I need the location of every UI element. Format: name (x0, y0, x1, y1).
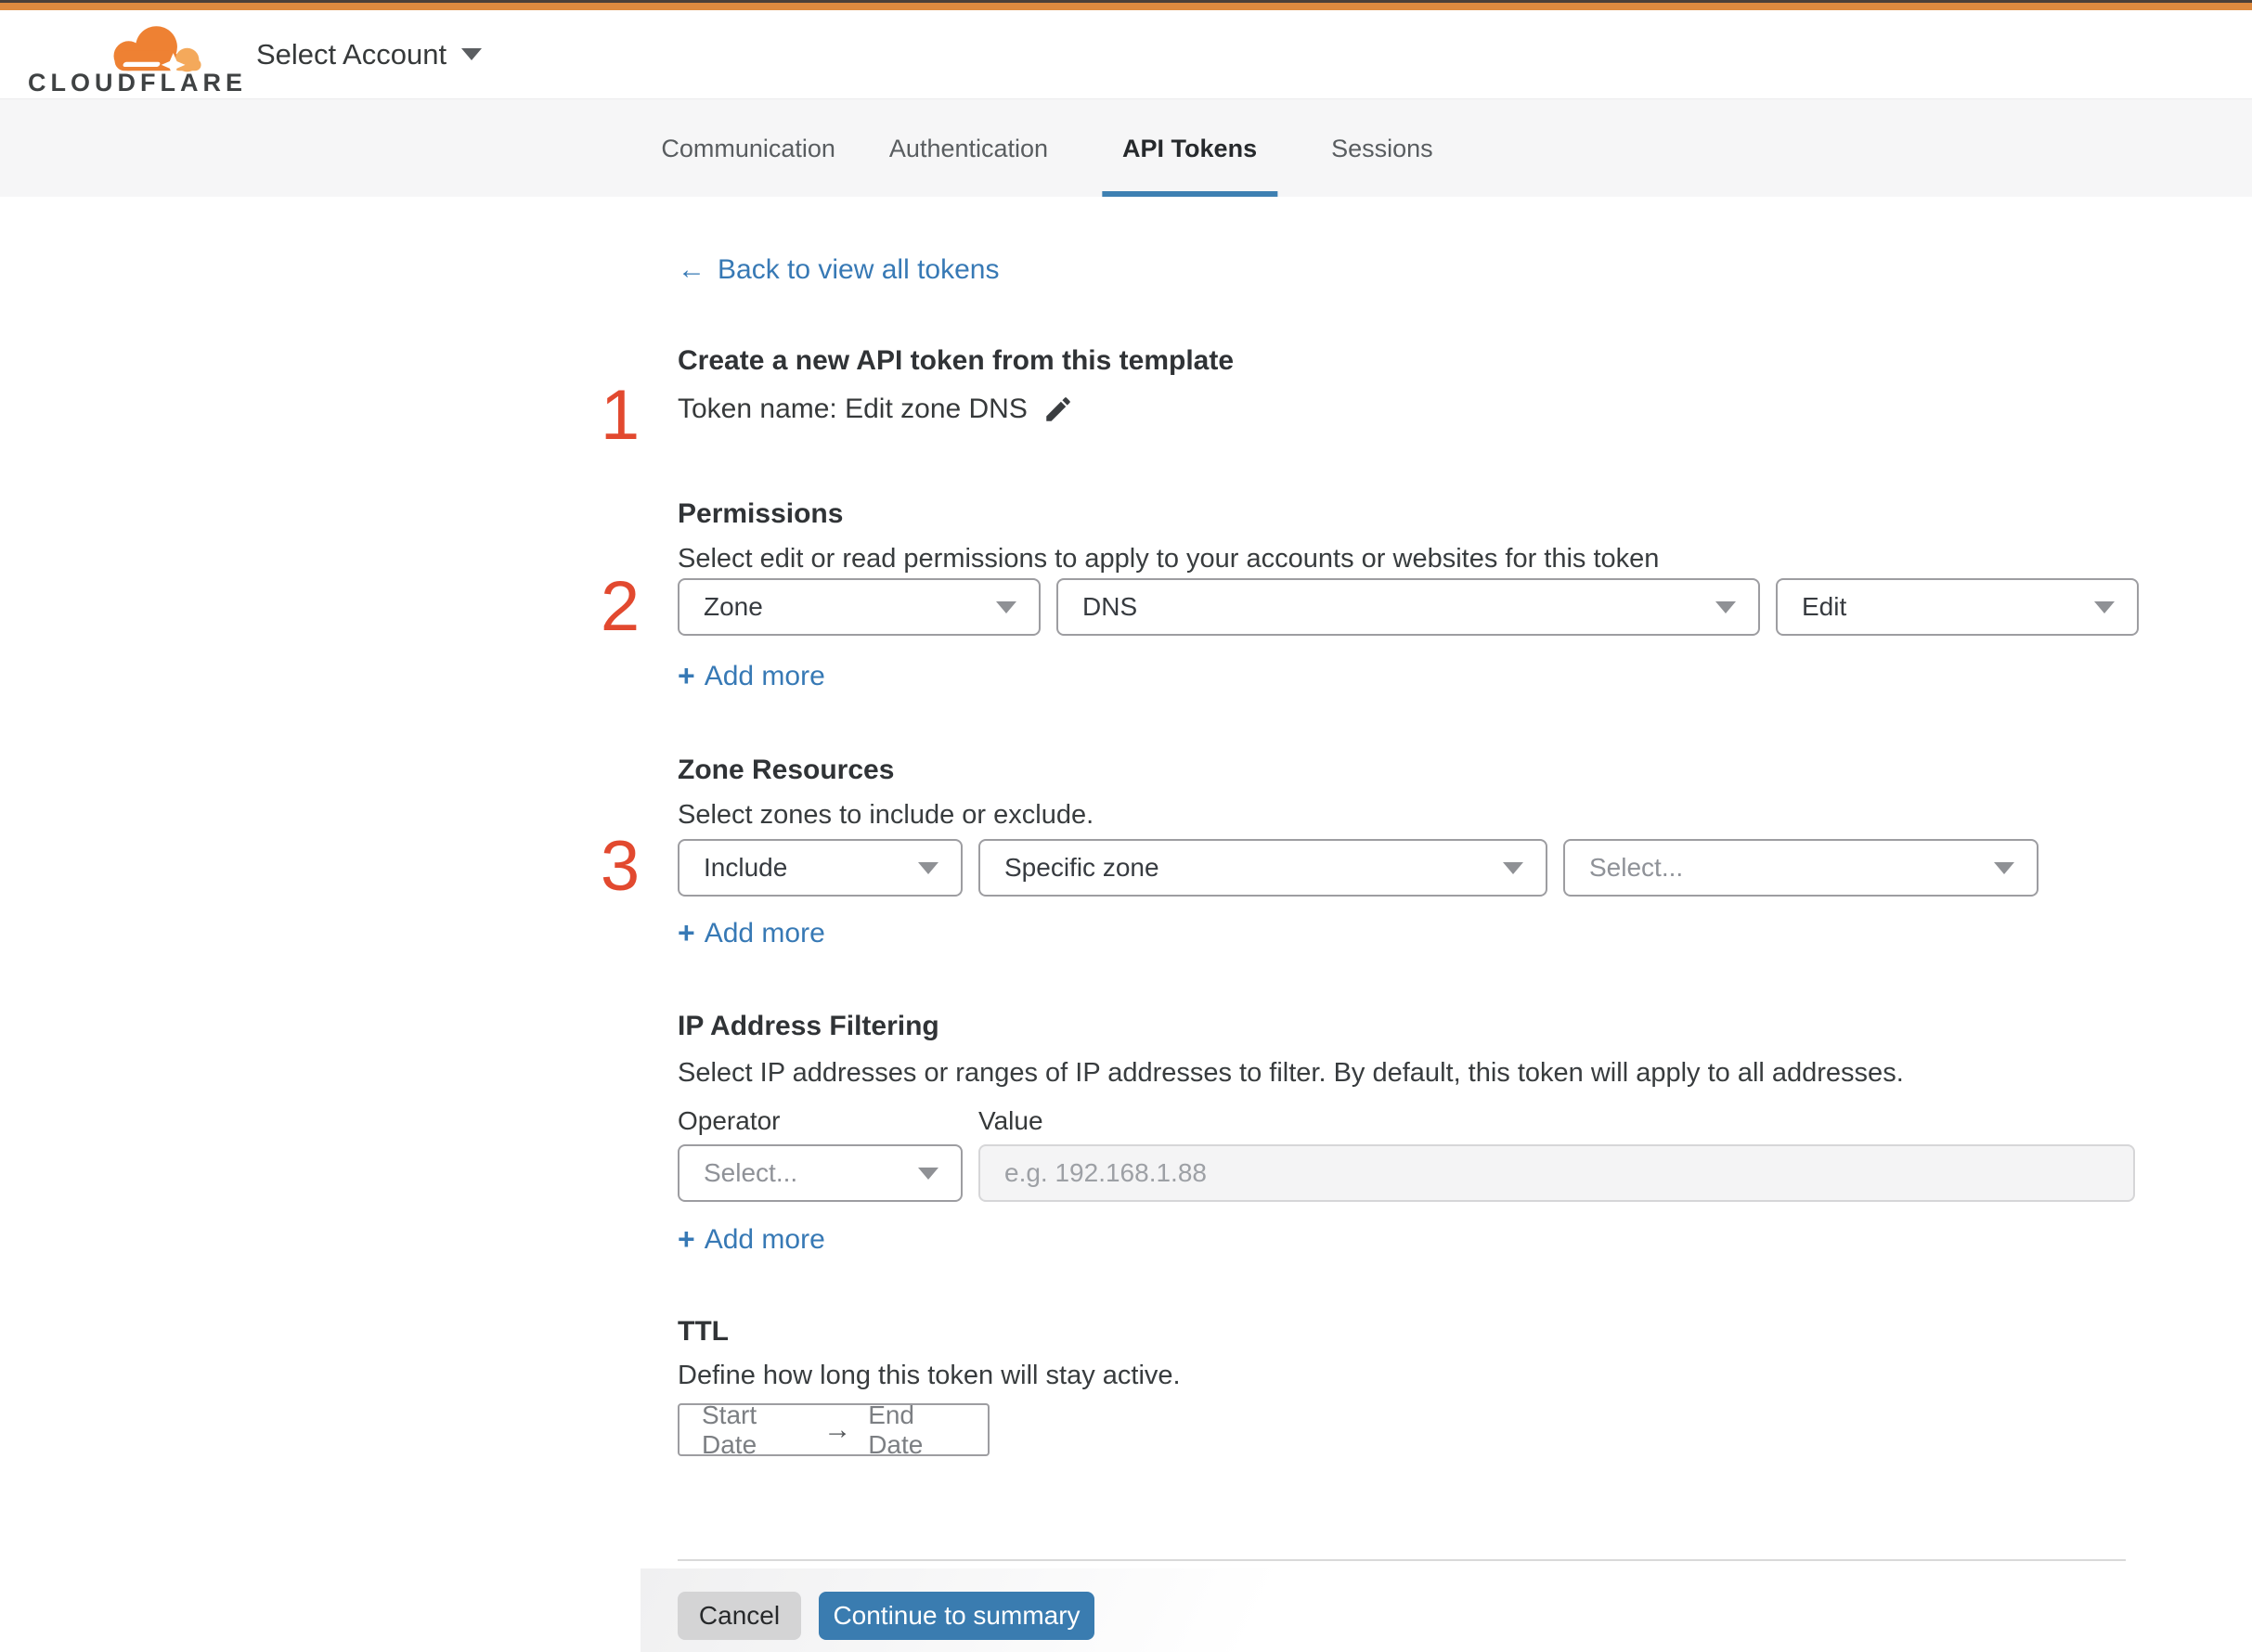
ip-filtering-title: IP Address Filtering (678, 1011, 939, 1041)
zone-name-select[interactable]: Select... (1563, 839, 2038, 897)
tab-group: Communication Authentication API Tokens … (661, 99, 1433, 198)
zone-resources-row: Include Specific zone Select... (678, 839, 2038, 897)
back-to-tokens-link[interactable]: ← Back to view all tokens (678, 254, 999, 286)
ip-operator-placeholder: Select... (704, 1158, 798, 1187)
permissions-add-more-link[interactable]: + Add more (678, 659, 825, 693)
chevron-down-icon (2094, 600, 2115, 613)
permission-scope-select[interactable]: Zone (678, 578, 1041, 636)
end-date-placeholder: End Date (868, 1400, 924, 1459)
add-more-label: Add more (704, 660, 825, 691)
template-heading: Create a new API token from this templat… (678, 345, 1235, 376)
tab-api-tokens[interactable]: API Tokens (1102, 99, 1278, 198)
arrow-right-icon: → (823, 1413, 852, 1445)
tab-label: Authentication (888, 134, 1049, 162)
token-name-row: Token name: Edit zone DNS (678, 394, 1074, 425)
page: CLOUDFLARE Select Account Communication … (0, 0, 2252, 1652)
window-accent-bar (0, 0, 2252, 10)
tab-sessions[interactable]: Sessions (1331, 99, 1433, 198)
plus-icon: + (678, 1222, 695, 1256)
ip-filtering-row: Select... (678, 1144, 2135, 1202)
ip-operator-label: Operator (678, 1106, 781, 1135)
start-date-placeholder: Start Date (702, 1400, 757, 1459)
tab-label: Communication (661, 134, 835, 162)
step-2-marker: 2 (600, 567, 641, 646)
cancel-button[interactable]: Cancel (678, 1592, 801, 1640)
ttl-title: TTL (678, 1316, 729, 1347)
cloudflare-logo[interactable]: CLOUDFLARE (26, 21, 242, 99)
step-3-marker: 3 (600, 827, 641, 906)
token-name-text: Token name: Edit zone DNS (678, 394, 1028, 424)
chevron-down-icon (1994, 861, 2014, 874)
permission-scope-value: Zone (704, 592, 763, 621)
back-arrow-icon: ← (678, 254, 705, 285)
chevron-down-icon (1715, 600, 1736, 613)
chevron-down-icon (1503, 861, 1523, 874)
plus-icon: + (678, 659, 695, 692)
ip-filtering-add-more-link[interactable]: + Add more (678, 1222, 825, 1257)
ttl-date-range-picker[interactable]: Start Date → End Date (678, 1400, 990, 1459)
zone-resources-add-more-link[interactable]: + Add more (678, 916, 825, 950)
chevron-down-icon (918, 861, 938, 874)
ip-value-label: Value (978, 1106, 1043, 1135)
zone-name-placeholder: Select... (1589, 853, 1684, 882)
chevron-down-icon (996, 600, 1016, 613)
token-template-form: ← Back to view all tokens 1 2 3 Create a… (0, 197, 2252, 1652)
tab-label: Sessions (1331, 134, 1433, 162)
ip-filtering-description: Select IP addresses or ranges of IP addr… (678, 1058, 1904, 1088)
cloudflare-wordmark: CLOUDFLARE (28, 69, 247, 97)
chevron-down-icon (461, 48, 483, 60)
back-link-label: Back to view all tokens (718, 254, 1000, 285)
profile-tabbar: Communication Authentication API Tokens … (0, 98, 2252, 198)
permissions-title: Permissions (678, 498, 844, 529)
plus-icon: + (678, 916, 695, 949)
permission-access-select[interactable]: Edit (1776, 578, 2139, 636)
ip-value-input[interactable] (978, 1144, 2135, 1202)
tab-label: API Tokens (1122, 134, 1258, 162)
permission-access-value: Edit (1802, 592, 1847, 621)
permission-resource-select[interactable]: DNS (1056, 578, 1760, 636)
ttl-description: Define how long this token will stay act… (678, 1361, 1181, 1390)
account-selector[interactable]: Select Account (256, 10, 483, 98)
permission-resource-value: DNS (1082, 592, 1138, 621)
zone-operator-select[interactable]: Include (678, 839, 963, 897)
zone-type-value: Specific zone (1004, 853, 1159, 882)
app-header: CLOUDFLARE Select Account (0, 10, 2252, 98)
tab-communication[interactable]: Communication (661, 99, 835, 198)
account-selector-label: Select Account (256, 37, 447, 71)
zone-operator-value: Include (704, 853, 788, 882)
add-more-label: Add more (704, 917, 825, 949)
ip-operator-select[interactable]: Select... (678, 1144, 963, 1202)
footer-divider (678, 1559, 2126, 1561)
zone-type-select[interactable]: Specific zone (978, 839, 1547, 897)
add-more-label: Add more (704, 1223, 825, 1255)
zone-resources-description: Select zones to include or exclude. (678, 800, 1094, 830)
chevron-down-icon (918, 1167, 938, 1180)
continue-to-summary-button[interactable]: Continue to summary (819, 1592, 1094, 1640)
permissions-description: Select edit or read permissions to apply… (678, 544, 1660, 574)
zone-resources-title: Zone Resources (678, 755, 895, 785)
tab-authentication[interactable]: Authentication (889, 99, 1048, 198)
edit-pencil-icon[interactable] (1042, 394, 1074, 425)
step-1-marker: 1 (600, 376, 641, 455)
permissions-row: Zone DNS Edit (678, 578, 2139, 636)
